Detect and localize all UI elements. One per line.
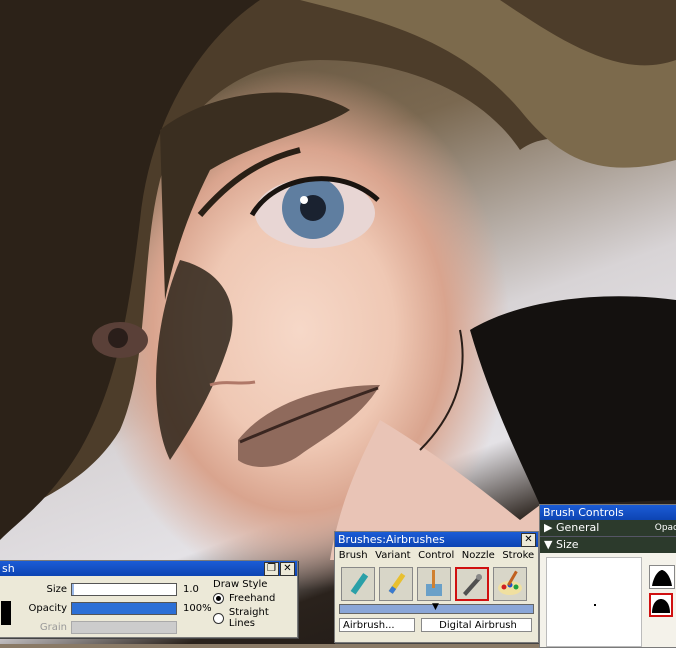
triangle-down-icon: ▼ bbox=[544, 538, 553, 551]
close-icon[interactable]: ✕ bbox=[280, 562, 295, 576]
restore-icon[interactable]: ❐ bbox=[264, 562, 279, 576]
brush-category-field[interactable]: Airbrush... bbox=[339, 618, 415, 632]
size-section-header[interactable]: ▼ Size bbox=[540, 536, 676, 553]
triangle-right-icon: ▶ bbox=[544, 521, 553, 534]
brush-variant-field[interactable]: Digital Airbrush bbox=[421, 618, 532, 632]
brush-controls-titlebar[interactable]: Brush Controls bbox=[540, 505, 676, 520]
size-value[interactable]: 1.0 bbox=[183, 584, 199, 595]
close-icon[interactable]: ✕ bbox=[521, 533, 536, 547]
radio-dot-on bbox=[213, 593, 224, 604]
brush-icon-strip bbox=[335, 564, 538, 604]
brushes-titlebar[interactable]: Brushes:Airbrushes ✕ bbox=[335, 532, 538, 547]
strip-scroller[interactable]: ▼ bbox=[339, 602, 534, 614]
draw-style-group: Draw Style Freehand Straight Lines bbox=[213, 579, 297, 629]
brush-controls-panel: Brush Controls ▶ General Opac ▼ Size bbox=[539, 504, 676, 648]
straight-lines-radio[interactable]: Straight Lines bbox=[213, 607, 297, 629]
tab-brush[interactable]: Brush bbox=[339, 547, 368, 564]
general-opacity-label: Opac bbox=[654, 523, 676, 533]
property-bar-title: sh bbox=[2, 562, 15, 575]
brush-controls-title: Brush Controls bbox=[543, 506, 624, 519]
palette-icon[interactable] bbox=[493, 567, 527, 601]
marker-brush-icon[interactable] bbox=[341, 567, 375, 601]
freehand-label: Freehand bbox=[229, 593, 276, 604]
tab-stroke[interactable]: Stroke bbox=[502, 547, 534, 564]
tab-variant[interactable]: Variant bbox=[375, 547, 410, 564]
brush-selector-status: Airbrush... Digital Airbrush bbox=[335, 614, 538, 632]
brush-tabs: Brush Variant Control Nozzle Stroke bbox=[335, 547, 538, 564]
opacity-value[interactable]: 100% bbox=[183, 603, 212, 614]
general-label: General bbox=[555, 521, 600, 534]
tip-profile-rounded[interactable] bbox=[649, 593, 673, 617]
chevron-down-icon: ▼ bbox=[432, 602, 439, 612]
size-label: Size bbox=[46, 584, 67, 595]
tab-nozzle[interactable]: Nozzle bbox=[462, 547, 495, 564]
opacity-label: Opacity bbox=[28, 603, 67, 614]
property-bar-panel: sh ✕ Size 1.0 Opacity 100% Grain Draw St… bbox=[0, 560, 298, 638]
airbrush-icon[interactable] bbox=[455, 567, 489, 601]
brushes-panel: Brushes:Airbrushes ✕ Brush Variant Contr… bbox=[334, 531, 539, 643]
draw-style-label: Draw Style bbox=[213, 579, 268, 590]
size-section-label: Size bbox=[555, 538, 579, 551]
property-bar-titlebar[interactable]: sh ✕ bbox=[0, 561, 297, 576]
tab-control[interactable]: Control bbox=[418, 547, 454, 564]
freehand-radio[interactable]: Freehand bbox=[213, 593, 297, 604]
radio-dot-off bbox=[213, 612, 224, 624]
grain-slider bbox=[71, 621, 177, 634]
brushes-title: Brushes:Airbrushes bbox=[338, 533, 445, 546]
grain-label: Grain bbox=[39, 622, 67, 633]
preview-dot bbox=[594, 604, 596, 606]
size-preview bbox=[546, 557, 642, 647]
paintbrush-cup-icon[interactable] bbox=[417, 567, 451, 601]
tip-profile-pointed[interactable] bbox=[649, 565, 675, 589]
straight-lines-label: Straight Lines bbox=[228, 607, 269, 629]
pencil-brush-icon[interactable] bbox=[379, 567, 413, 601]
size-slider[interactable] bbox=[71, 583, 177, 596]
opacity-slider[interactable] bbox=[71, 602, 177, 615]
general-section-header[interactable]: ▶ General Opac bbox=[540, 520, 676, 536]
